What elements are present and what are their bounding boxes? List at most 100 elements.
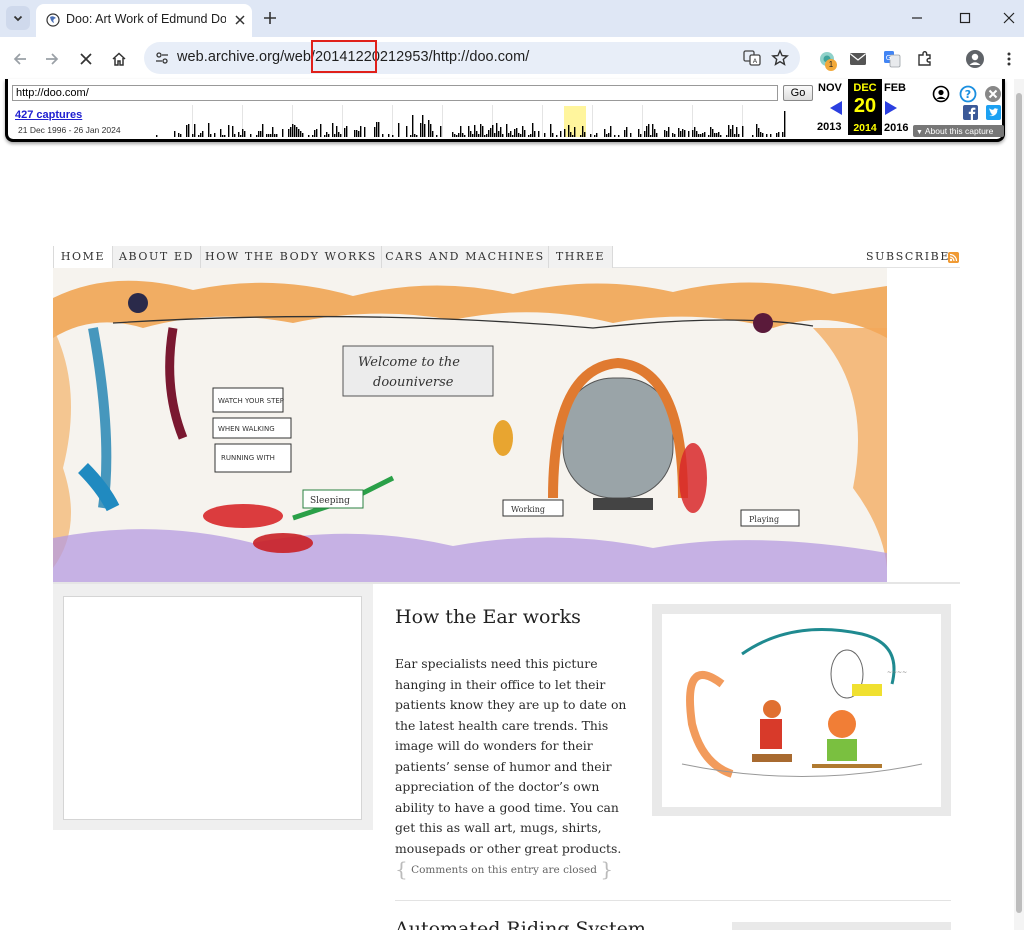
wayback-url-input[interactable]: http://doo.com/ — [12, 85, 778, 101]
more-vertical-icon — [1007, 52, 1011, 66]
stop-loading-button[interactable] — [72, 45, 100, 73]
capture-bar — [388, 134, 390, 137]
year-separator — [192, 105, 193, 137]
nav-how-the-body-works[interactable]: HOW THE BODY WORKS — [201, 246, 382, 268]
back-button[interactable] — [6, 45, 34, 73]
capture-bar — [608, 133, 610, 137]
svg-text:doouniverse: doouniverse — [373, 375, 454, 390]
capture-bar — [356, 130, 358, 137]
prev-capture-arrow-icon[interactable] — [829, 100, 843, 116]
capture-bar — [314, 130, 316, 137]
nav-about-ed[interactable]: ABOUT ED — [113, 246, 201, 268]
profile-button[interactable] — [961, 45, 989, 73]
capture-bar — [480, 124, 482, 137]
capture-bar — [392, 135, 394, 137]
new-tab-button[interactable] — [259, 7, 281, 29]
nav-three[interactable]: THREE — [549, 246, 613, 268]
capture-bar — [344, 128, 346, 137]
browser-tab[interactable]: Doo: Art Work of Edmund Do — [36, 4, 252, 37]
translate-button[interactable]: A — [738, 44, 766, 72]
next-capture-arrow-icon[interactable] — [884, 100, 898, 116]
page-scrollbar[interactable] — [1014, 79, 1024, 930]
capture-bar — [782, 132, 784, 137]
browser-menu-button[interactable] — [995, 45, 1023, 73]
capture-bar — [698, 134, 700, 137]
capture-bar — [486, 134, 488, 137]
capture-bar — [738, 134, 740, 137]
capture-bar — [258, 131, 260, 137]
wayback-next-year[interactable]: 2016 — [884, 122, 908, 134]
rss-icon[interactable] — [948, 252, 959, 263]
maximize-button[interactable] — [942, 0, 988, 36]
wayback-next-month[interactable]: FEB — [884, 82, 906, 94]
svg-text:WATCH YOUR STEP: WATCH YOUR STEP — [218, 397, 284, 405]
svg-text:Welcome to the: Welcome to the — [358, 355, 460, 370]
capture-bar — [292, 124, 294, 137]
capture-bar — [454, 134, 456, 137]
capture-bar — [624, 130, 626, 137]
forward-button[interactable] — [38, 45, 66, 73]
wayback-prev-year[interactable]: 2013 — [817, 121, 841, 133]
about-capture-button[interactable]: ▼ About this capture — [913, 125, 1004, 137]
capture-sparkline[interactable] — [142, 103, 786, 137]
avatar-icon — [966, 50, 984, 68]
scrollbar-thumb[interactable] — [1016, 93, 1022, 913]
capture-bar — [268, 134, 270, 137]
capture-bar — [256, 135, 258, 137]
wayback-prev-month[interactable]: NOV — [818, 82, 842, 94]
subscribe-link[interactable]: SUBSCRIBE — [866, 250, 950, 263]
wayback-go-button[interactable]: Go — [783, 85, 813, 101]
sidebar — [53, 584, 373, 830]
capture-bar — [364, 127, 366, 137]
capture-bar — [516, 128, 518, 137]
year-separator — [342, 105, 343, 137]
next-post-title[interactable]: Automated Riding System — [395, 918, 646, 930]
capture-bar — [468, 126, 470, 137]
capture-bar — [412, 115, 414, 137]
capture-bar — [458, 133, 460, 137]
capture-bar — [224, 135, 226, 137]
svg-text:Playing: Playing — [749, 515, 779, 524]
translate-extension-button[interactable]: G — [878, 45, 906, 73]
year-separator — [592, 105, 593, 137]
bookmark-star-button[interactable] — [766, 44, 794, 72]
year-separator — [442, 105, 443, 137]
close-icon[interactable] — [984, 85, 1002, 103]
next-post-image[interactable] — [732, 922, 951, 930]
capture-bar — [320, 124, 322, 137]
sidebar-widget-box — [63, 596, 362, 820]
capture-bar — [378, 122, 380, 137]
capture-bar — [382, 134, 384, 137]
ear-illustration-image[interactable]: ~~~~ — [662, 614, 941, 807]
capture-bar — [760, 132, 762, 137]
capture-bar — [778, 132, 780, 137]
mail-extension-button[interactable] — [844, 45, 872, 73]
help-icon[interactable]: ? — [959, 85, 977, 103]
extensions-menu-button[interactable] — [911, 45, 939, 73]
post-title[interactable]: How the Ear works — [395, 606, 581, 628]
facebook-icon[interactable] — [963, 105, 978, 120]
year-separator — [542, 105, 543, 137]
site-info-button[interactable] — [150, 46, 174, 70]
capture-bar — [270, 134, 272, 137]
extension-button[interactable]: 1 — [813, 45, 841, 73]
capture-bar — [574, 127, 576, 137]
header-banner-illustration[interactable]: Welcome to the doouniverse WATCH YOUR ST… — [53, 268, 887, 582]
capture-bar — [300, 131, 302, 137]
twitter-icon[interactable] — [986, 105, 1001, 120]
window-close-button[interactable] — [986, 0, 1024, 36]
nav-home[interactable]: HOME — [53, 246, 113, 268]
wayback-captures-link[interactable]: 427 captures — [15, 109, 82, 121]
home-button[interactable] — [105, 45, 133, 73]
address-bar[interactable]: web.archive.org/web/20141220212953/http:… — [144, 42, 800, 74]
capture-bar — [274, 134, 276, 137]
minimize-button[interactable] — [894, 0, 940, 36]
capture-bar — [462, 133, 464, 137]
account-icon[interactable] — [932, 85, 950, 103]
tab-search-button[interactable] — [6, 6, 30, 30]
capture-bar — [474, 125, 476, 137]
capture-bar — [430, 124, 432, 137]
nav-cars-and-machines[interactable]: CARS AND MACHINES — [382, 246, 549, 268]
capture-bar — [550, 124, 552, 137]
tab-close-button[interactable] — [232, 12, 248, 28]
